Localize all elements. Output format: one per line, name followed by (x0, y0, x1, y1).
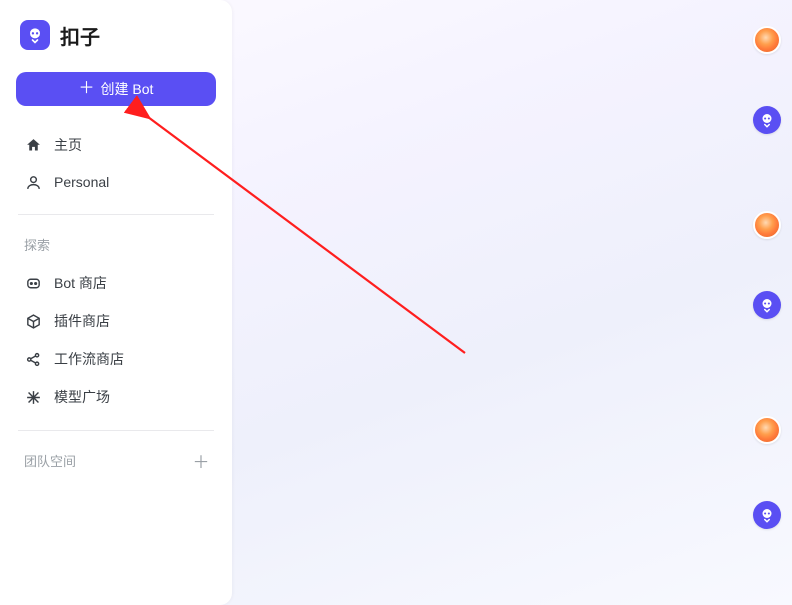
sidebar-item-label: 工作流商店 (54, 349, 124, 369)
brand-name: 扣子 (60, 21, 100, 50)
sidebar-item-workflow-store[interactable]: 工作流商店 (16, 340, 216, 378)
home-icon (24, 136, 42, 154)
team-space-section: 团队空间 ＋ (16, 445, 216, 476)
sidebar-item-home[interactable]: 主页 (16, 126, 216, 164)
brand: 扣子 (16, 20, 216, 50)
create-bot-label: 创建 Bot (101, 79, 154, 99)
sidebar-item-personal[interactable]: Personal (16, 164, 216, 200)
divider (18, 430, 214, 431)
primary-nav: 主页 Personal (16, 126, 216, 200)
dock-avatar-3[interactable] (753, 416, 781, 444)
sidebar: 扣子 ＋ 创建 Bot 主页 Personal 探索 Bot 商店 (0, 0, 232, 605)
dock-avatar-2[interactable] (753, 211, 781, 239)
dock-app-shortcut-2[interactable] (753, 291, 781, 319)
create-bot-button[interactable]: ＋ 创建 Bot (16, 72, 216, 106)
dock-app-shortcut-3[interactable] (753, 501, 781, 529)
app-logo-icon (20, 20, 50, 50)
sidebar-item-label: 插件商店 (54, 311, 110, 331)
add-team-button[interactable]: ＋ (192, 452, 210, 470)
bot-icon (24, 274, 42, 292)
plus-icon: ＋ (79, 81, 95, 97)
sidebar-item-bot-store[interactable]: Bot 商店 (16, 264, 216, 302)
team-space-label: 团队空间 (24, 451, 76, 470)
sidebar-item-label: Bot 商店 (54, 273, 107, 293)
explore-section-label: 探索 (16, 229, 216, 264)
share-icon (24, 350, 42, 368)
right-dock (748, 0, 786, 605)
divider (18, 214, 214, 215)
explore-nav: Bot 商店 插件商店 工作流商店 模型广场 (16, 264, 216, 416)
person-icon (24, 173, 42, 191)
sparkle-icon (24, 388, 42, 406)
main-area (232, 0, 792, 605)
dock-app-shortcut-1[interactable] (753, 106, 781, 134)
sidebar-item-label: Personal (54, 174, 109, 190)
dock-avatar-1[interactable] (753, 26, 781, 54)
sidebar-item-label: 模型广场 (54, 387, 110, 407)
cube-icon (24, 312, 42, 330)
sidebar-item-model-plaza[interactable]: 模型广场 (16, 378, 216, 416)
sidebar-item-label: 主页 (54, 135, 82, 155)
sidebar-item-plugin-store[interactable]: 插件商店 (16, 302, 216, 340)
